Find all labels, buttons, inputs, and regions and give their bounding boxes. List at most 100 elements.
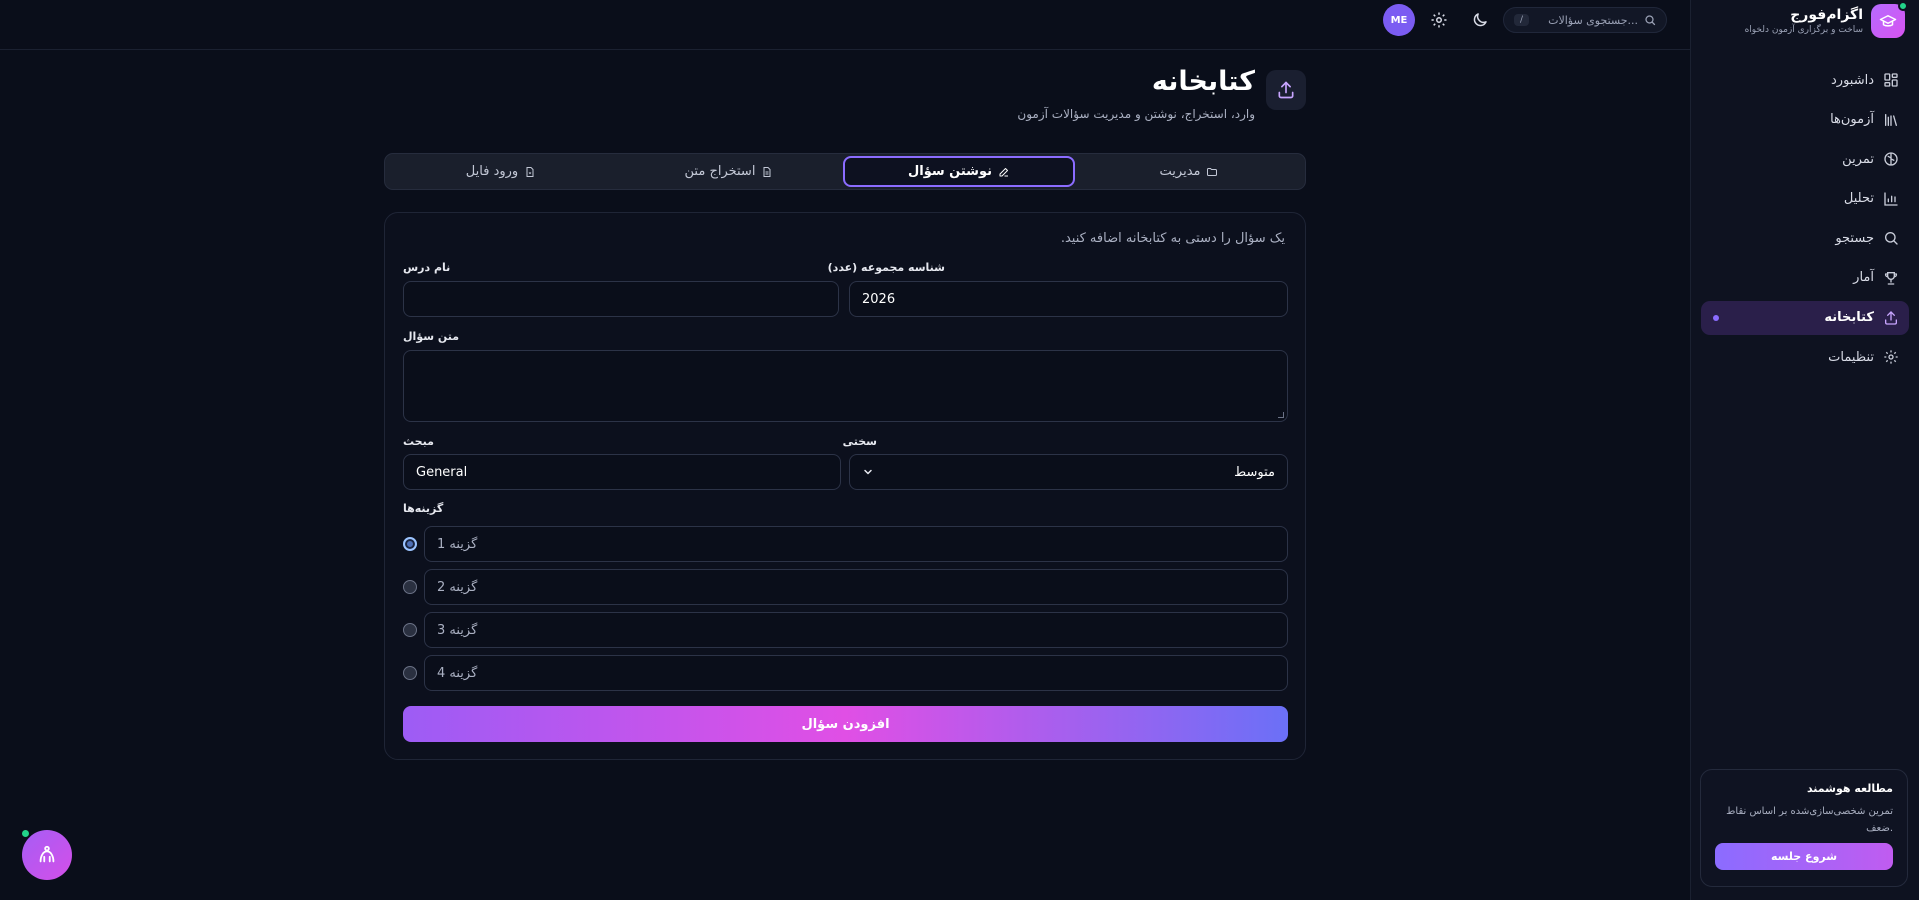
topic-field[interactable]: General — [403, 454, 841, 490]
set-id-label: شناسه مجموعه (عدد) — [827, 261, 945, 274]
sidebar-item-settings[interactable]: تنظیمات — [1701, 340, 1909, 374]
option-row: گزینه 2 — [403, 569, 1288, 605]
option-text: گزینه 2 — [437, 579, 478, 595]
search-icon — [1885, 232, 1898, 246]
question-text-field[interactable] — [403, 350, 1288, 422]
topic-label: مبحث — [403, 435, 434, 448]
online-indicator — [1898, 1, 1908, 11]
option-row: گزینه 1 — [403, 526, 1288, 562]
pencil-icon — [999, 167, 1009, 176]
sidebar: اگزام‌فورج ساخت و برگزاری آزمون دلخواه د… — [1690, 0, 1919, 900]
avatar[interactable]: ME — [1383, 4, 1415, 36]
robot-icon — [39, 845, 55, 863]
set-id-value: 2026 — [862, 291, 896, 307]
brain-icon — [1884, 152, 1898, 166]
options-label: گزینه‌ها — [403, 502, 444, 515]
sidebar-item-analysis[interactable]: تحلیل — [1701, 182, 1909, 216]
library-tabs: مدیریت نوشتن سؤال استخراج متن ورود فایل — [384, 153, 1306, 190]
set-id-field[interactable]: 2026 — [849, 281, 1288, 317]
sidebar-item-label: جستجو — [1835, 230, 1874, 246]
top-header: جستجوی سؤالات... / ME — [0, 0, 1690, 50]
course-name-field[interactable] — [403, 281, 839, 317]
gear-icon — [1884, 350, 1898, 364]
moon-icon[interactable] — [1471, 11, 1489, 29]
option-radio[interactable] — [403, 537, 417, 551]
chart-icon — [1884, 192, 1898, 206]
tab-label: ورود فایل — [465, 164, 519, 179]
sidebar-item-label: کتابخانه — [1824, 310, 1874, 326]
option-field[interactable]: گزینه 2 — [424, 569, 1288, 605]
tab-import-file[interactable]: ورود فایل — [387, 156, 615, 187]
option-text: گزینه 3 — [437, 622, 478, 638]
sidebar-item-practice[interactable]: تمرین — [1701, 142, 1909, 176]
search-placeholder: جستجوی سؤالات... — [1548, 13, 1638, 27]
assistant-fab[interactable] — [20, 828, 72, 880]
trophy-icon — [1884, 271, 1898, 285]
tab-write-question[interactable]: نوشتن سؤال — [843, 156, 1075, 187]
sidebar-item-label: آزمون‌ها — [1830, 112, 1874, 128]
resize-handle[interactable] — [1278, 412, 1284, 418]
sidebar-item-library[interactable]: کتابخانه — [1701, 300, 1909, 335]
document-icon — [763, 166, 771, 177]
library-icon — [1885, 113, 1897, 126]
course-name-label: نام درس — [403, 261, 451, 274]
chevron-down-icon — [864, 469, 872, 475]
sidebar-item-label: تمرین — [1842, 151, 1874, 167]
tab-extract-text[interactable]: استخراج متن — [615, 156, 843, 187]
option-field[interactable]: گزینه 3 — [424, 612, 1288, 648]
difficulty-label: سختی — [842, 435, 877, 448]
difficulty-select[interactable]: متوسط — [849, 454, 1288, 490]
sidebar-item-label: آمار — [1853, 270, 1874, 286]
write-question-form: یک سؤال را دستی به کتابخانه اضافه کنید. … — [384, 212, 1306, 760]
sidebar-item-label: داشبورد — [1831, 72, 1874, 88]
sidebar-item-stats[interactable]: آمار — [1701, 261, 1909, 295]
add-question-button[interactable]: افزودن سؤال — [403, 706, 1288, 742]
difficulty-value: متوسط — [1234, 464, 1275, 480]
option-radio[interactable] — [403, 666, 417, 680]
search-input[interactable]: جستجوی سؤالات... / — [1503, 7, 1667, 33]
brand[interactable]: اگزام‌فورج ساخت و برگزاری آزمون دلخواه — [1744, 1, 1908, 38]
upload-icon — [1278, 81, 1294, 99]
topic-value: General — [416, 464, 468, 480]
promo-title: مطالعه هوشمند — [1806, 782, 1893, 795]
file-icon — [526, 166, 534, 177]
option-field[interactable]: گزینه 1 — [424, 526, 1288, 562]
smart-study-card: مطالعه هوشمند تمرین شخصی‌سازی‌شده بر اسا… — [1700, 769, 1908, 887]
sidebar-nav: داشبورد آزمون‌ها تمرین تحلیل جستجو آمار … — [1701, 63, 1909, 380]
brand-tagline: ساخت و برگزاری آزمون دلخواه — [1744, 25, 1863, 35]
page-icon — [1266, 70, 1306, 110]
search-shortcut-badge: / — [1514, 14, 1530, 26]
graduation-cap-icon — [1879, 15, 1897, 27]
form-hint: یک سؤال را دستی به کتابخانه اضافه کنید. — [1060, 231, 1285, 246]
sidebar-item-dashboard[interactable]: داشبورد — [1701, 63, 1909, 97]
option-text: گزینه 4 — [437, 665, 478, 681]
sidebar-item-label: تحلیل — [1843, 191, 1874, 207]
sidebar-item-search[interactable]: جستجو — [1701, 221, 1909, 255]
option-text: گزینه 1 — [437, 536, 478, 552]
page-subtitle: وارد، استخراج، نوشتن و مدیریت سؤالات آزم… — [1017, 107, 1255, 121]
option-radio[interactable] — [403, 623, 417, 637]
dashboard-icon — [1884, 73, 1898, 87]
folder-icon — [1207, 167, 1218, 176]
brand-logo — [1871, 1, 1908, 38]
sidebar-item-exams[interactable]: آزمون‌ها — [1701, 103, 1909, 137]
gear-icon[interactable] — [1430, 11, 1448, 29]
tab-label: مدیریت — [1159, 164, 1201, 179]
option-row: گزینه 4 — [403, 655, 1288, 691]
question-text-label: متن سؤال — [403, 330, 460, 343]
tab-label: نوشتن سؤال — [907, 164, 993, 179]
page-title: کتابخانه — [1151, 66, 1255, 97]
option-field[interactable]: گزینه 4 — [424, 655, 1288, 691]
option-radio[interactable] — [403, 580, 417, 594]
tab-manage[interactable]: مدیریت — [1075, 156, 1303, 187]
upload-icon — [1885, 310, 1897, 325]
active-indicator — [1713, 314, 1719, 321]
start-session-button[interactable]: شروع جلسه — [1715, 843, 1893, 870]
search-icon — [1645, 15, 1656, 26]
option-row: گزینه 3 — [403, 612, 1288, 648]
brand-name: اگزام‌فورج — [1790, 7, 1863, 23]
online-indicator — [20, 828, 31, 839]
tab-label: استخراج متن — [684, 164, 756, 179]
sidebar-item-label: تنظیمات — [1828, 349, 1874, 365]
promo-description: تمرین شخصی‌سازی‌شده بر اساس نقاط ضعف. — [1726, 806, 1893, 834]
